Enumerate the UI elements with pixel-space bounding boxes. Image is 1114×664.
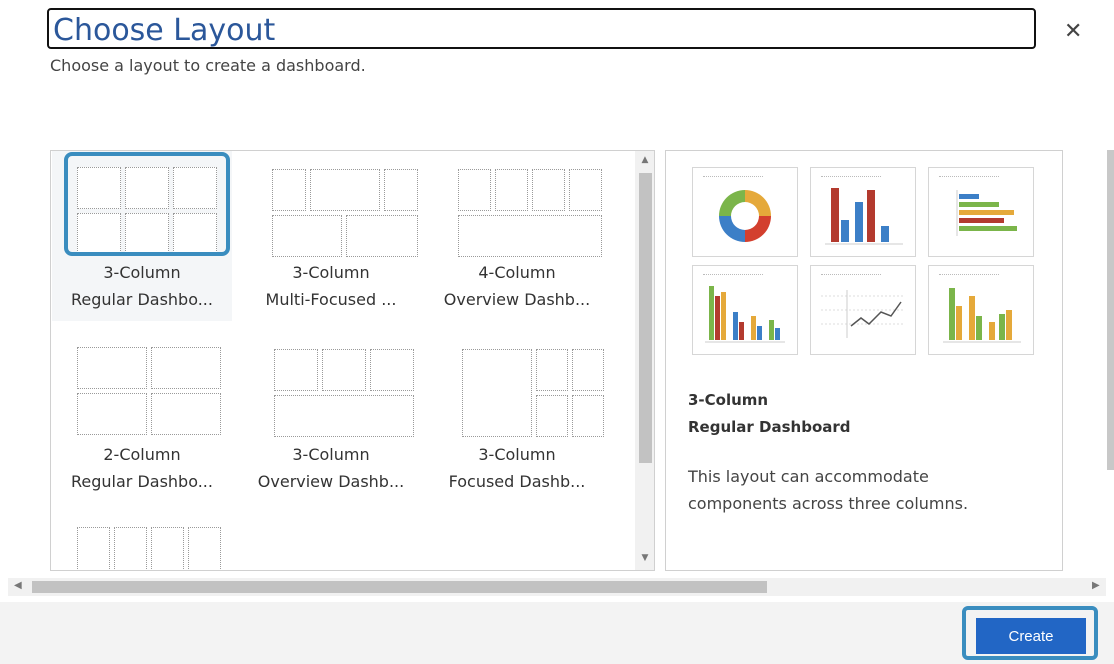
layout-item-3col-overview[interactable]: 3-Column Overview Dashb... <box>241 333 421 503</box>
layout-label: 3-Column Focused Dashb... <box>448 445 586 491</box>
layout-label: 3-Column Overview Dashb... <box>257 445 405 491</box>
preview-tile-hbars <box>928 167 1034 257</box>
scroll-right-icon[interactable]: ▶ <box>1092 580 1100 591</box>
dialog-vertical-scrollbar[interactable] <box>1104 140 1114 570</box>
preview-tile-bars <box>810 167 916 257</box>
layout-item-3col-focused[interactable]: 3-Column Focused Dashb... <box>427 333 607 503</box>
layout-preview: 3-Column Regular Dashboard This layout c… <box>665 150 1063 571</box>
layout-item-partial[interactable] <box>52 513 235 570</box>
line-chart-icon <box>821 290 905 338</box>
layout-thumbnail <box>440 153 610 259</box>
horizontal-bar-chart-icon <box>956 190 1017 236</box>
layout-label: 2-Column Regular Dashbo... <box>71 445 213 491</box>
dialog-title: Choose Layout <box>53 13 276 48</box>
layout-item-4col-overview[interactable]: 4-Column Overview Dashb... <box>427 151 607 321</box>
preview-tile-donut <box>692 167 798 257</box>
layout-thumbnail <box>65 335 235 441</box>
layout-label: 4-Column Overview Dashb... <box>443 263 591 309</box>
scrollbar-thumb[interactable] <box>1107 150 1114 470</box>
layout-item-2col-regular[interactable]: 2-Column Regular Dashbo... <box>52 333 232 503</box>
horizontal-scrollbar[interactable]: ◀ ▶ <box>8 578 1106 596</box>
stacked-column-chart-icon <box>943 288 1021 343</box>
selection-ring <box>64 152 230 256</box>
preview-tile-colorbars <box>692 265 798 355</box>
layout-label: 3-Column Regular Dashbo... <box>71 263 213 309</box>
bar-chart-icon <box>825 188 903 245</box>
title-box: Choose Layout <box>47 8 1036 49</box>
layout-thumbnail <box>254 335 424 441</box>
layout-list-scrollbar[interactable]: ▲ ▼ <box>635 151 654 570</box>
scrollbar-thumb[interactable] <box>32 581 767 593</box>
preview-description: This layout can accommodate components a… <box>688 467 969 513</box>
column-chart-icon <box>705 286 785 343</box>
close-icon[interactable]: ✕ <box>1064 20 1082 44</box>
layout-thumbnail <box>440 335 610 441</box>
layout-item-3col-regular[interactable]: 3-Column Regular Dashbo... <box>52 151 232 321</box>
scroll-up-icon[interactable]: ▲ <box>639 155 651 165</box>
donut-chart-icon <box>719 190 771 242</box>
scrollbar-thumb[interactable] <box>639 173 652 463</box>
dialog-subtitle: Choose a layout to create a dashboard. <box>50 56 366 75</box>
scroll-down-icon[interactable]: ▼ <box>639 553 651 563</box>
layout-thumbnail <box>65 515 235 570</box>
layout-list: 3-Column Regular Dashbo... 3-Column Mult… <box>50 150 655 571</box>
create-button[interactable]: Create <box>976 618 1086 654</box>
preview-tile-goldbars <box>928 265 1034 355</box>
dialog-footer <box>0 602 1114 664</box>
layout-label: 3-Column Multi-Focused ... <box>265 263 397 309</box>
preview-layout-name: 3-Column Regular Dashboard <box>688 391 851 436</box>
preview-tile-line <box>810 265 916 355</box>
scroll-left-icon[interactable]: ◀ <box>14 580 22 591</box>
layout-thumbnail <box>254 153 424 259</box>
layout-item-3col-multi-focused[interactable]: 3-Column Multi-Focused ... <box>241 151 421 321</box>
